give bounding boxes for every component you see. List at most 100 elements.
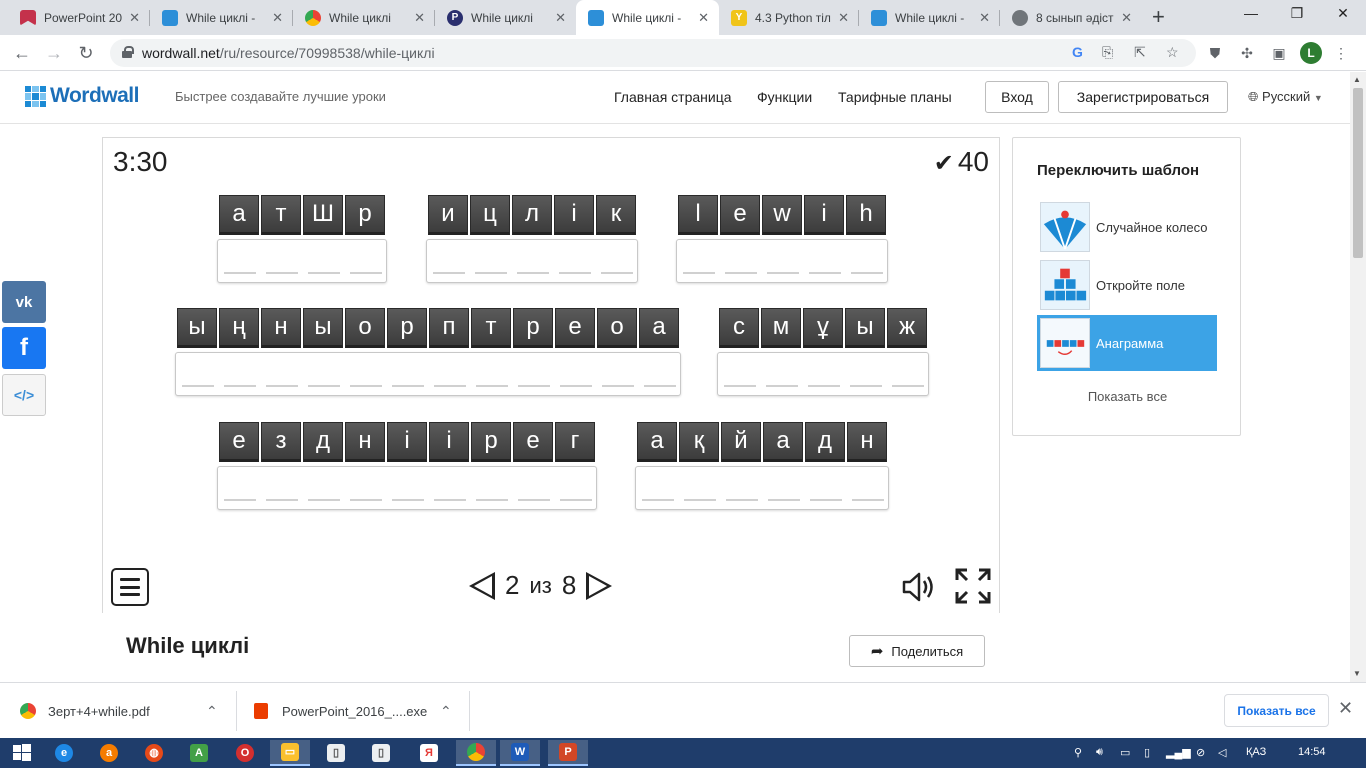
template-open-box[interactable]: Откройте поле (1037, 257, 1217, 313)
volume-icon[interactable]: 🔊︎ (1096, 746, 1103, 759)
letter-tile[interactable]: о (597, 308, 637, 348)
battery-icon[interactable]: ▯ (1144, 746, 1150, 759)
letter-tile[interactable]: ң (219, 308, 259, 348)
tab-while-active[interactable]: While циклі - ✕ (576, 0, 719, 35)
profile-avatar[interactable]: L (1300, 42, 1322, 64)
windows-start-button[interactable] (2, 740, 42, 766)
letter-tile[interactable]: і (429, 422, 469, 462)
wordwall-logo-icon[interactable] (25, 86, 46, 107)
letter-tile[interactable]: д (805, 422, 845, 462)
word-icon[interactable]: W (500, 740, 540, 766)
powerpoint-icon[interactable]: P (548, 740, 588, 766)
new-tab-button[interactable]: + (1152, 4, 1165, 30)
minimize-button[interactable]: — (1228, 0, 1274, 30)
answer-box[interactable] (217, 239, 387, 283)
fullscreen-icon[interactable] (955, 568, 991, 604)
letter-tile[interactable]: р (387, 308, 427, 348)
letter-tile[interactable]: i (804, 195, 844, 235)
answer-box[interactable] (635, 466, 889, 510)
clock[interactable]: 14:54 (1298, 746, 1326, 758)
letter-tile[interactable]: қ (679, 422, 719, 462)
scroll-down-icon[interactable]: ▼ (1353, 669, 1361, 678)
letter-tile[interactable]: ы (303, 308, 343, 348)
tab-while-4[interactable]: While циклі - ✕ (859, 0, 1000, 35)
close-icon[interactable]: ✕ (414, 10, 425, 26)
answer-box[interactable] (426, 239, 638, 283)
close-icon[interactable]: ✕ (272, 10, 283, 26)
page-scrollbar[interactable]: ▲ ▼ (1350, 72, 1366, 682)
letter-tile[interactable]: т (261, 195, 301, 235)
letter-tile[interactable]: р (471, 422, 511, 462)
letter-tile[interactable]: е (219, 422, 259, 462)
chevron-up-icon[interactable]: ⌃ (440, 703, 452, 720)
keyboard-language[interactable]: ҚАЗ (1246, 746, 1266, 758)
letter-tile[interactable]: e (720, 195, 760, 235)
nav-features[interactable]: Функции (757, 89, 812, 105)
letter-tile[interactable]: р (513, 308, 553, 348)
speaker-muted-icon[interactable]: ◁ (1218, 746, 1226, 759)
share-button[interactable]: ➦ Поделиться (849, 635, 985, 667)
letter-tile[interactable]: н (847, 422, 887, 462)
letter-tile[interactable]: г (555, 422, 595, 462)
close-icon[interactable]: ✕ (838, 10, 849, 26)
scroll-up-icon[interactable]: ▲ (1353, 75, 1361, 84)
file-icon[interactable]: ▯ (316, 740, 356, 766)
letter-tile[interactable]: к (596, 195, 636, 235)
scrollbar-thumb[interactable] (1353, 88, 1363, 258)
letter-tile[interactable]: е (513, 422, 553, 462)
letter-tile[interactable]: е (555, 308, 595, 348)
letter-tile[interactable]: ұ (803, 308, 843, 348)
bookmark-star-icon[interactable]: ☆ (1166, 44, 1179, 61)
opera-icon[interactable]: O (225, 740, 265, 766)
mic-muted-icon[interactable]: ⊘ (1196, 746, 1205, 759)
letter-tile[interactable]: а (639, 308, 679, 348)
url-text[interactable]: wordwall.net/ru/resource/70998538/while-… (142, 45, 435, 61)
letter-tile[interactable]: а (637, 422, 677, 462)
ie-icon[interactable]: e (44, 740, 84, 766)
download-item-pdf[interactable]: Зерт+4+while.pdf ⌃ (20, 683, 230, 739)
letter-tile[interactable]: а (219, 195, 259, 235)
tab-while-3[interactable]: P While циклі ✕ (435, 0, 576, 35)
tab-while-2[interactable]: While циклі ✕ (293, 0, 435, 35)
close-icon[interactable]: ✕ (698, 10, 709, 26)
explorer-icon[interactable]: ▭ (270, 740, 310, 766)
reload-button[interactable]: ↻ (74, 41, 98, 65)
register-button[interactable]: Зарегистрироваться (1058, 81, 1228, 113)
kebab-menu-icon[interactable]: ⋮ (1332, 44, 1350, 62)
letter-tile[interactable]: і (554, 195, 594, 235)
letter-tile[interactable]: л (512, 195, 552, 235)
vk-share-button[interactable]: vk (2, 281, 46, 323)
forward-button[interactable]: → (42, 41, 66, 65)
template-random-wheel[interactable]: Случайное колесо (1037, 199, 1217, 255)
letter-tile[interactable]: ы (845, 308, 885, 348)
logo-text[interactable]: Wordwall (50, 84, 139, 108)
letter-tile[interactable]: ж (887, 308, 927, 348)
chrome-taskbar-icon[interactable] (456, 740, 496, 766)
lock-icon[interactable] (122, 46, 134, 58)
restore-button[interactable]: ❐ (1274, 0, 1320, 30)
menu-button[interactable] (111, 568, 149, 606)
letter-tile[interactable]: а (763, 422, 803, 462)
app-green-icon[interactable]: A (179, 740, 219, 766)
letter-tile[interactable]: Ш (303, 195, 343, 235)
translate-icon[interactable]: ⎘ (1102, 44, 1113, 61)
close-icon[interactable]: ✕ (1121, 10, 1132, 26)
nav-pricing[interactable]: Тарифные планы (838, 89, 952, 105)
letter-tile[interactable]: н (345, 422, 385, 462)
close-icon[interactable]: ✕ (129, 10, 140, 26)
letter-tile[interactable]: т (471, 308, 511, 348)
app-orange-icon[interactable]: ◍ (134, 740, 174, 766)
answer-box[interactable] (717, 352, 929, 396)
yandex-icon[interactable]: Я (409, 740, 449, 766)
side-panel-icon[interactable]: ▣ (1270, 44, 1288, 62)
embed-button[interactable]: </> (2, 374, 46, 416)
template-anagram[interactable]: Анаграмма (1037, 315, 1217, 371)
letter-tile[interactable]: м (761, 308, 801, 348)
share-page-icon[interactable]: ⇱ (1134, 44, 1146, 61)
close-icon[interactable]: ✕ (1338, 698, 1353, 719)
letter-tile[interactable]: w (762, 195, 802, 235)
tab-powerpoint[interactable]: PowerPoint 20 ✕ (0, 0, 150, 35)
sound-icon[interactable] (901, 570, 937, 604)
facebook-share-button[interactable]: f (2, 327, 46, 369)
letter-tile[interactable]: l (678, 195, 718, 235)
